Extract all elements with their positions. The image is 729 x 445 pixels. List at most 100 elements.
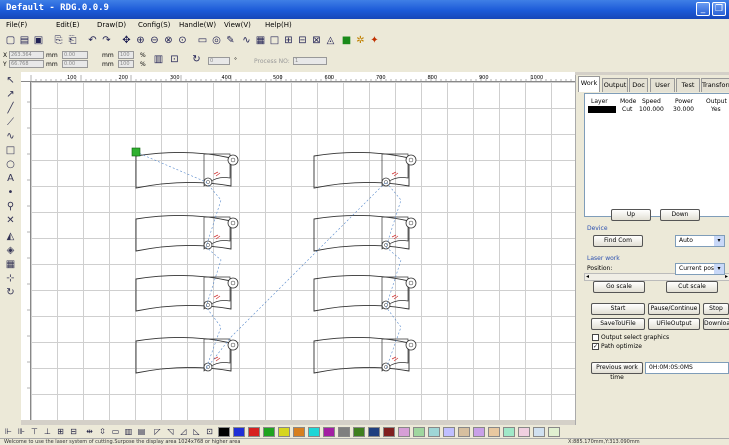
save-file-icon[interactable]: ▣ [32, 34, 45, 47]
palette-swatch[interactable] [263, 427, 275, 437]
pen-icon[interactable]: ✎ [224, 34, 237, 47]
palette-swatch[interactable] [503, 427, 515, 437]
part-4-2[interactable] [313, 336, 417, 374]
scale-y-field[interactable]: 100 [118, 60, 134, 68]
start-button[interactable]: Start [591, 303, 645, 315]
previous-work-time-button[interactable]: Previous work time [591, 362, 643, 381]
lock-ratio-icon[interactable]: ▥ [152, 53, 165, 66]
mirror-v-icon[interactable]: ◈ [4, 245, 17, 257]
layer-table[interactable]: Layer Mode Speed Power Output Cut 100.00… [584, 93, 729, 217]
rotate-icon[interactable]: ↻ [190, 53, 203, 66]
palette-swatch[interactable] [368, 427, 380, 437]
polyline-icon[interactable]: ⟋ [4, 117, 17, 129]
part-2-1[interactable] [135, 214, 239, 252]
green-flag-icon[interactable]: ■ [340, 34, 353, 47]
corner-tr-icon[interactable]: ◹ [165, 426, 176, 437]
zoom-out-icon[interactable]: ⊖ [148, 34, 161, 47]
palette-swatch[interactable] [293, 427, 305, 437]
part-1-1[interactable] [135, 151, 239, 189]
pan-icon[interactable]: ✥ [120, 34, 133, 47]
array-icon[interactable]: ▦ [4, 259, 17, 271]
menu-view[interactable]: View(V) [224, 21, 251, 29]
align-center-v-icon[interactable]: ⊟ [68, 426, 79, 437]
tab-doc[interactable]: Doc [629, 78, 648, 92]
center-page-icon[interactable]: ⊡ [204, 426, 215, 437]
palette-swatch[interactable] [413, 427, 425, 437]
cut-scale-button[interactable]: Cut scale [666, 281, 718, 293]
tab-work[interactable]: Work [578, 76, 600, 92]
scroll-left-icon[interactable]: ◂ [586, 273, 589, 280]
open-file-icon[interactable]: ▤ [18, 34, 31, 47]
distribute-icon[interactable]: ⊟ [296, 34, 309, 47]
layer-color-swatch[interactable] [588, 106, 616, 113]
process-no-field[interactable]: 1 [293, 57, 327, 65]
y-position-field[interactable]: 66.768 [9, 60, 44, 68]
menu-edit[interactable]: Edit(E) [56, 21, 79, 29]
align-top-icon[interactable]: ⊤ [29, 426, 40, 437]
palette-swatch[interactable] [233, 427, 245, 437]
origin-marker[interactable] [131, 147, 141, 157]
part-1-2[interactable] [313, 151, 417, 189]
scale-x-field[interactable]: 100 [118, 51, 134, 59]
curve-draw-icon[interactable]: ∿ [4, 131, 17, 143]
tab-test[interactable]: Test [676, 78, 700, 92]
export-icon[interactable]: ⎗ [66, 34, 79, 47]
corner-br-icon[interactable]: ◿ [178, 426, 189, 437]
minimize-icon[interactable]: _ [696, 2, 710, 16]
new-file-icon[interactable]: ▢ [4, 34, 17, 47]
palette-swatch[interactable] [428, 427, 440, 437]
chevron-down-icon[interactable]: ▾ [714, 264, 724, 274]
palette-swatch[interactable] [248, 427, 260, 437]
chevron-down-icon[interactable]: ▾ [714, 236, 724, 246]
palette-swatch[interactable] [443, 427, 455, 437]
corner-bl-icon[interactable]: ◺ [191, 426, 202, 437]
pause-continue-button[interactable]: Pause/Continue [648, 303, 700, 315]
dot-icon[interactable]: • [4, 187, 17, 199]
menu-file[interactable]: File(F) [6, 21, 27, 29]
corner-tl-icon[interactable]: ◸ [152, 426, 163, 437]
ufile-output-button[interactable]: UFileOutput [648, 318, 700, 330]
scroll-right-icon[interactable]: ▸ [725, 273, 728, 280]
align-left-icon[interactable]: ⊩ [3, 426, 14, 437]
palette-swatch[interactable] [338, 427, 350, 437]
palette-swatch[interactable] [398, 427, 410, 437]
same-width-icon[interactable]: ⇹ [84, 426, 95, 437]
palette-swatch[interactable] [458, 427, 470, 437]
position-icon[interactable]: ⊹ [4, 273, 17, 285]
menu-help[interactable]: Help(H) [265, 21, 292, 29]
align-right-icon[interactable]: ⊪ [16, 426, 27, 437]
magic-icon[interactable]: ✲ [354, 34, 367, 47]
height-field[interactable]: 0.00 [62, 60, 88, 68]
palette-swatch[interactable] [218, 427, 230, 437]
zoom-fit-icon[interactable]: ⊙ [176, 34, 189, 47]
up-button[interactable]: Up [611, 209, 651, 221]
frame-icon[interactable]: ▭ [196, 34, 209, 47]
ellipse-icon[interactable]: ○ [4, 159, 17, 171]
tab-user[interactable]: User [650, 78, 675, 92]
align-center-h-icon[interactable]: ⊞ [55, 426, 66, 437]
position-select[interactable]: Current positio ▾ [675, 263, 725, 275]
same-height-icon[interactable]: ⇳ [97, 426, 108, 437]
text-icon[interactable]: A [4, 173, 17, 185]
delete-icon[interactable]: ✕ [4, 215, 17, 227]
undo-icon[interactable]: ↶ [86, 34, 99, 47]
bmp-icon[interactable]: ▦ [254, 34, 267, 47]
import-icon[interactable]: ⎘ [52, 34, 65, 47]
drawing-canvas[interactable] [31, 82, 575, 420]
tab-output[interactable]: Output [602, 78, 628, 92]
zoom-in-icon[interactable]: ⊕ [134, 34, 147, 47]
device-select[interactable]: Auto ▾ [675, 235, 725, 247]
width-field[interactable]: 0.00 [62, 51, 88, 59]
marker-icon[interactable]: ⚲ [4, 201, 17, 213]
rotate-tool-icon[interactable]: ↻ [4, 287, 17, 299]
x-position-field[interactable]: 263.364 [9, 51, 44, 59]
mirror-h-icon[interactable]: ◭ [4, 231, 17, 243]
palette-swatch[interactable] [533, 427, 545, 437]
palette-swatch[interactable] [518, 427, 530, 437]
save-to-ufile-button[interactable]: SaveToUFile [591, 318, 645, 330]
zoom-select-icon[interactable]: ⊗ [162, 34, 175, 47]
anchor-icon[interactable]: ⊡ [168, 53, 181, 66]
part-2-2[interactable] [313, 214, 417, 252]
laser-icon[interactable]: ✦ [368, 34, 381, 47]
curve-icon[interactable]: ∿ [240, 34, 253, 47]
